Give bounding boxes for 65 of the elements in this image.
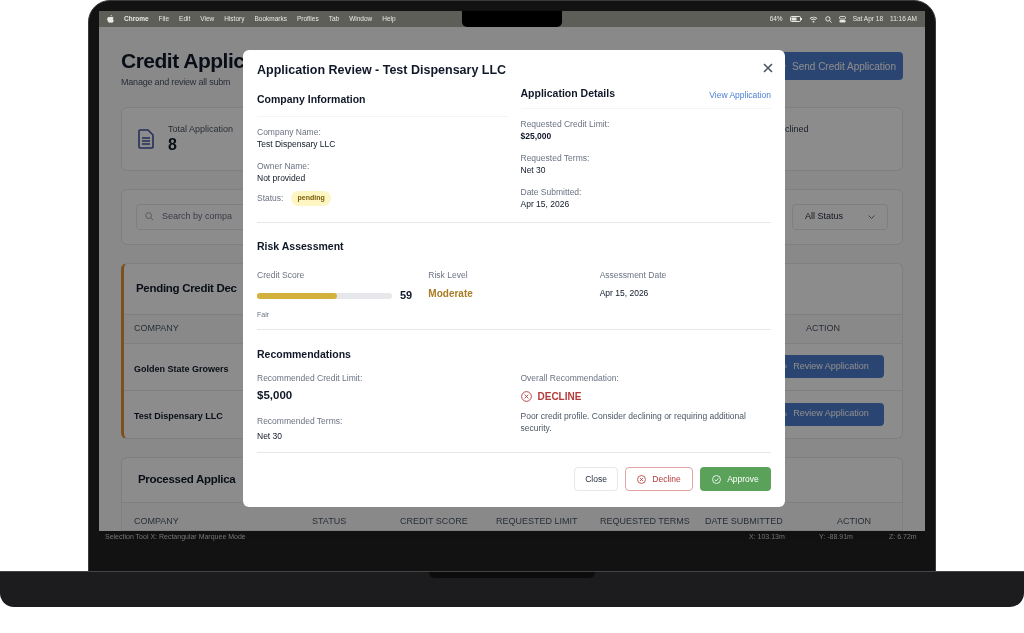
field-value: Net 30 [520, 163, 546, 176]
search-input[interactable]: Search by compa [162, 209, 775, 224]
stat-label: Total Application [168, 122, 234, 136]
field-label: Requested Credit Limit: [520, 117, 611, 130]
stat-value: 8 [168, 136, 178, 155]
company-cell: Test Dispensary LLC [134, 411, 223, 422]
x-circle-icon [637, 474, 647, 484]
column-header: STATUS [312, 514, 348, 528]
wifi-icon[interactable] [808, 15, 818, 23]
section-heading: Application Details [520, 86, 615, 101]
section-heading: Risk Assessment [257, 238, 345, 254]
column-header: REQUESTED TERMS [600, 514, 691, 528]
field-value: Test Dispensary LLC [257, 138, 336, 150]
stat-label: clined [785, 122, 809, 136]
column-header: COMPANY [134, 514, 180, 528]
field-value: Apr 15, 2026 [599, 287, 650, 300]
search-icon[interactable] [824, 15, 832, 23]
field-value: Net 30 [257, 430, 284, 443]
field-label: Requested Terms: [520, 151, 591, 164]
approve-button[interactable]: Approve [700, 467, 771, 492]
field-label: Status: [257, 191, 284, 205]
field-label: Date Submitted: [520, 185, 583, 198]
column-header: ACTION [805, 322, 841, 336]
field-value: Apr 15, 2026 [520, 197, 570, 210]
page-title: Credit Applic [121, 48, 245, 74]
recommended-limit-value: $5,000 [257, 388, 294, 403]
chevron-down-icon [868, 214, 875, 219]
verdict-text: DECLINE [537, 390, 582, 404]
recommendation-note: Poor credit profile. Consider declining or requiring additional security. [520, 410, 747, 434]
document-icon [138, 128, 154, 149]
apple-icon[interactable] [107, 15, 114, 23]
section-heading: Company Information [257, 93, 366, 105]
close-icon[interactable] [763, 63, 773, 73]
column-header: ACTION [836, 514, 872, 528]
column-header: DATE SUBMITTED [705, 514, 784, 528]
check-circle-icon [712, 474, 722, 484]
column-header: REQUESTED LIMIT [496, 514, 579, 528]
control-center-icon[interactable] [838, 15, 846, 23]
field-label: Credit Score [257, 268, 306, 282]
field-label: Company Name: [257, 126, 322, 138]
battery-icon[interactable] [789, 16, 802, 22]
field-value: Not provided [257, 172, 306, 184]
x-circle-icon [520, 391, 532, 402]
section-title: Processed Applica [138, 471, 236, 487]
modal-title: Application Review - Test Dispensary LLC [257, 61, 507, 79]
field-label: Owner Name: [257, 160, 311, 172]
field-label: Overall Recommendation: [520, 372, 620, 385]
field-value: $25,000 [520, 129, 552, 142]
field-label: Risk Level [428, 268, 469, 282]
status-select[interactable]: All Status [792, 203, 888, 230]
close-button[interactable]: Close [574, 467, 618, 492]
page-subtitle: Manage and review all subm [121, 76, 231, 89]
section-title: Pending Credit Dec [136, 281, 237, 297]
company-cell: Golden State Growers [134, 363, 229, 374]
search-icon [145, 212, 154, 221]
column-header: CREDIT SCORE [400, 514, 469, 528]
field-label: Assessment Date [599, 268, 668, 282]
credit-score-value: 59 [400, 288, 413, 304]
decline-button[interactable]: Decline [625, 467, 693, 492]
section-heading: Recommendations [257, 346, 352, 362]
risk-level-value: Moderate [428, 287, 474, 302]
field-label: Recommended Credit Limit: [257, 372, 364, 385]
column-header: COMPANY [134, 322, 180, 336]
field-label: Recommended Terms: [257, 415, 344, 428]
view-application-link[interactable]: View Application [709, 89, 771, 102]
